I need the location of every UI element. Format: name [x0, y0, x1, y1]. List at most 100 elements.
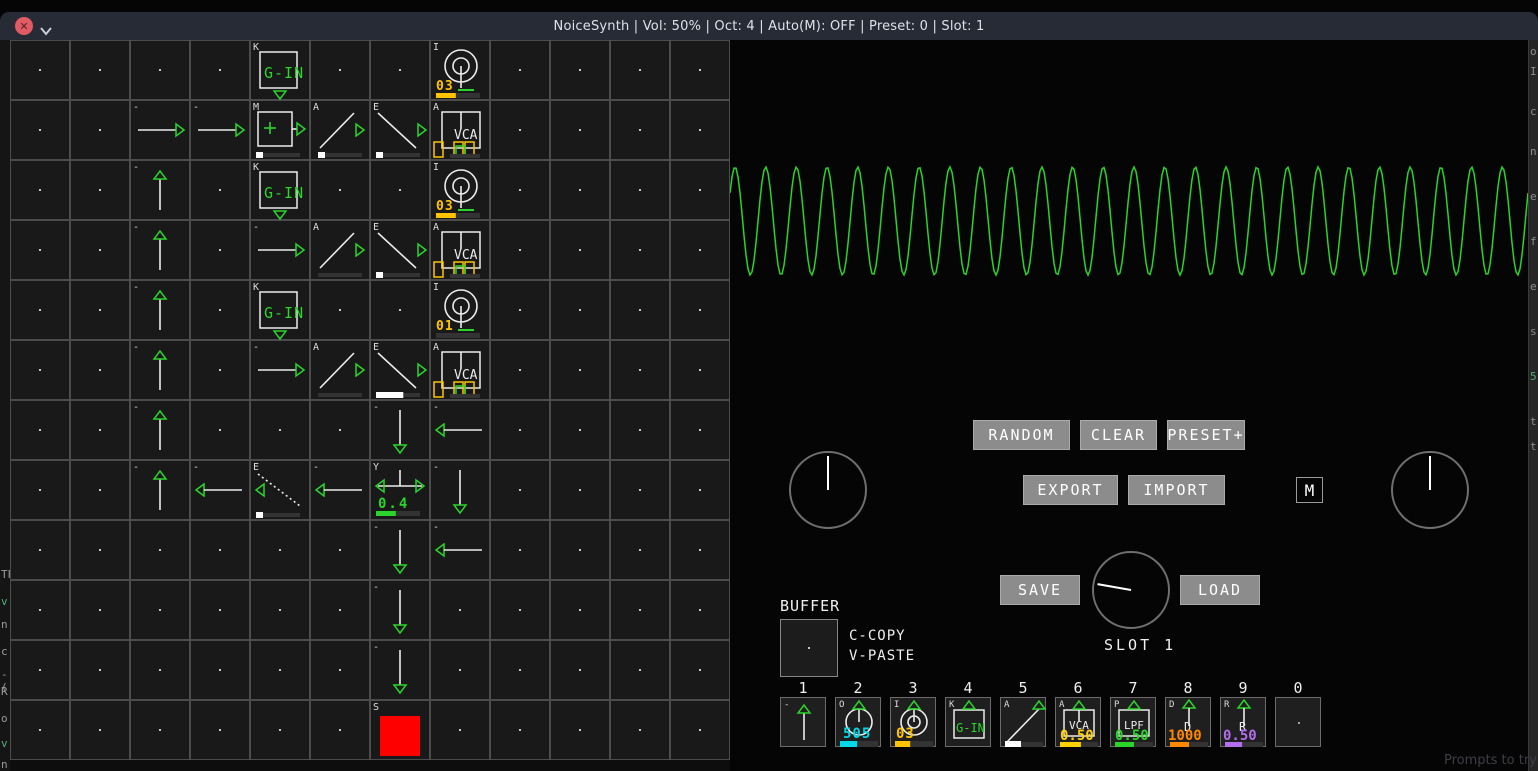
module-mixer[interactable]: M [250, 100, 310, 160]
grid-cell[interactable] [550, 580, 610, 640]
module-splitter[interactable]: 0.4Y [370, 460, 430, 520]
grid-cell[interactable] [490, 220, 550, 280]
grid-cell[interactable] [490, 520, 550, 580]
grid-cell[interactable] [490, 340, 550, 400]
grid-cell[interactable] [70, 700, 130, 760]
grid-cell[interactable] [370, 40, 430, 100]
grid-cell[interactable] [430, 640, 490, 700]
grid-cell[interactable] [490, 580, 550, 640]
grid-cell[interactable] [130, 700, 190, 760]
import-button[interactable]: IMPORT [1128, 475, 1225, 505]
grid-cell[interactable] [190, 580, 250, 640]
grid-cell[interactable] [610, 520, 670, 580]
grid-cell[interactable] [130, 580, 190, 640]
grid-cell[interactable] [610, 220, 670, 280]
grid-cell[interactable] [10, 400, 70, 460]
grid-cell[interactable] [10, 280, 70, 340]
module-wire-down[interactable]: - [430, 460, 490, 520]
buffer-box[interactable] [780, 619, 838, 677]
grid-cell[interactable] [190, 220, 250, 280]
grid-cell[interactable] [130, 40, 190, 100]
module-wire-up[interactable]: - [130, 340, 190, 400]
grid-cell[interactable] [130, 520, 190, 580]
grid-cell[interactable] [70, 40, 130, 100]
grid-cell[interactable] [310, 640, 370, 700]
grid-cell[interactable] [10, 220, 70, 280]
module-wire-right[interactable]: - [190, 100, 250, 160]
module-wire-left[interactable]: - [190, 460, 250, 520]
palette-item-G-IN[interactable]: G-INK [945, 697, 991, 747]
grid-cell[interactable] [670, 640, 730, 700]
module-wire-up[interactable]: - [130, 220, 190, 280]
module-gin[interactable]: G-INK [250, 160, 310, 220]
grid-cell[interactable] [670, 40, 730, 100]
module-vca[interactable]: VCAA [430, 220, 490, 280]
grid-cell[interactable] [490, 160, 550, 220]
grid-cell[interactable] [70, 220, 130, 280]
module-gin[interactable]: G-INK [250, 280, 310, 340]
grid-cell[interactable] [70, 340, 130, 400]
module-wire-up[interactable]: - [130, 460, 190, 520]
grid-cell[interactable] [190, 700, 250, 760]
grid-cell[interactable] [670, 700, 730, 760]
grid-cell[interactable] [10, 580, 70, 640]
module-wire-left[interactable]: - [430, 520, 490, 580]
grid-cell[interactable] [490, 460, 550, 520]
module-wire-down[interactable]: - [370, 640, 430, 700]
clear-button[interactable]: CLEAR [1080, 420, 1157, 450]
grid-cell[interactable] [550, 340, 610, 400]
palette-item-VCA[interactable]: VCA0.50A [1055, 697, 1101, 747]
module-env-dotted[interactable]: E [250, 460, 310, 520]
grid-cell[interactable] [70, 520, 130, 580]
grid-cell[interactable] [610, 280, 670, 340]
grid-cell[interactable] [10, 40, 70, 100]
module-wire-up[interactable]: - [130, 280, 190, 340]
mono-toggle[interactable]: M [1296, 477, 1323, 503]
grid-cell[interactable] [490, 100, 550, 160]
module-wire-right[interactable]: - [130, 100, 190, 160]
grid-cell[interactable] [70, 100, 130, 160]
random-button[interactable]: RANDOM [973, 420, 1070, 450]
grid-cell[interactable] [190, 640, 250, 700]
grid-cell[interactable] [10, 100, 70, 160]
grid-cell[interactable] [670, 220, 730, 280]
grid-cell[interactable] [610, 460, 670, 520]
module-wire-left[interactable]: - [310, 460, 370, 520]
grid-cell[interactable] [670, 580, 730, 640]
module-wire-right[interactable]: - [250, 340, 310, 400]
grid-cell[interactable] [550, 220, 610, 280]
grid-cell[interactable] [310, 40, 370, 100]
grid-cell[interactable] [370, 160, 430, 220]
module-speaker[interactable]: S [370, 700, 430, 760]
grid-cell[interactable] [610, 400, 670, 460]
grid-cell[interactable] [190, 280, 250, 340]
grid-cell[interactable] [250, 400, 310, 460]
module-wire-right[interactable]: - [250, 220, 310, 280]
grid-cell[interactable] [610, 100, 670, 160]
grid-cell[interactable] [490, 400, 550, 460]
grid-cell[interactable] [550, 640, 610, 700]
preset-button[interactable]: PRESET+ [1167, 420, 1245, 450]
grid-cell[interactable] [550, 160, 610, 220]
module-ramp-down[interactable]: E [370, 340, 430, 400]
export-button[interactable]: EXPORT [1023, 475, 1118, 505]
module-wire-down[interactable]: - [370, 580, 430, 640]
grid-cell[interactable] [610, 340, 670, 400]
module-ramp-down[interactable]: E [370, 100, 430, 160]
grid-cell[interactable] [250, 640, 310, 700]
module-wire-down[interactable]: - [370, 400, 430, 460]
grid-cell[interactable] [490, 40, 550, 100]
module-ramp-up[interactable]: A [310, 100, 370, 160]
module-wire-up[interactable]: - [130, 160, 190, 220]
module-wire-up[interactable]: - [130, 400, 190, 460]
grid-cell[interactable] [670, 400, 730, 460]
grid-cell[interactable] [10, 640, 70, 700]
palette-item-LPF[interactable]: LPF0.50P [1110, 697, 1156, 747]
grid-cell[interactable] [490, 280, 550, 340]
module-gin[interactable]: G-INK [250, 40, 310, 100]
palette-item-pempty[interactable] [1275, 697, 1321, 747]
grid-cell[interactable] [610, 40, 670, 100]
grid-cell[interactable] [610, 160, 670, 220]
grid-cell[interactable] [10, 700, 70, 760]
grid-cell[interactable] [490, 700, 550, 760]
